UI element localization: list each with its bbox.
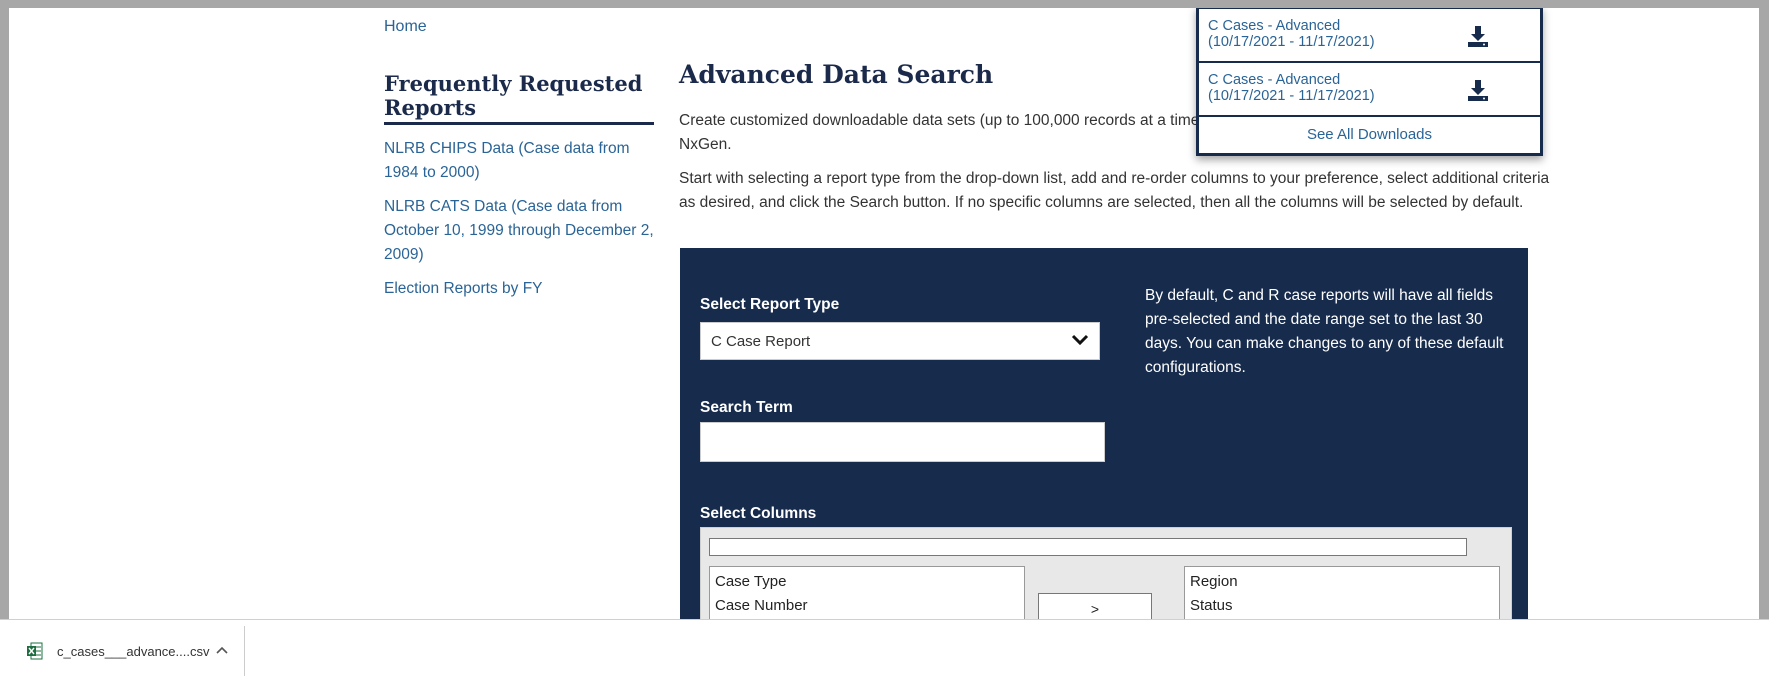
sidebar-link-election-reports[interactable]: Election Reports by FY <box>384 277 654 301</box>
list-item[interactable]: Region <box>1190 570 1494 594</box>
column-filter-input[interactable] <box>709 538 1467 556</box>
browser-download-bar: c_cases___advance....csv <box>0 619 1769 687</box>
download-item-title: C Cases - Advanced <box>1208 72 1341 88</box>
search-panel: Select Report Type C Case Report By defa… <box>680 248 1528 619</box>
sidebar-link-chips[interactable]: NLRB CHIPS Data (Case data from 1984 to … <box>384 137 654 185</box>
sidebar: Frequently Requested Reports NLRB CHIPS … <box>384 72 654 301</box>
download-item-title: C Cases - Advanced <box>1208 18 1341 34</box>
column-picker: Case Type Case Number > Region Status <box>700 527 1512 619</box>
search-term-input[interactable] <box>700 422 1105 462</box>
move-column-right-button[interactable]: > <box>1038 593 1152 619</box>
selected-columns-list[interactable]: Region Status <box>1184 566 1500 619</box>
downloaded-file-name[interactable]: c_cases___advance....csv <box>57 644 209 659</box>
default-config-help-text: By default, C and R case reports will ha… <box>1145 287 1504 376</box>
download-icon[interactable] <box>1466 78 1490 102</box>
sidebar-title: Frequently Requested Reports <box>384 72 654 125</box>
downloads-dropdown: C Cases - Advanced (10/17/2021 - 11/17/2… <box>1196 8 1543 156</box>
chevron-down-icon <box>1071 334 1089 346</box>
download-item-date-range: (10/17/2021 - 11/17/2021) <box>1208 88 1375 104</box>
search-term-label: Search Term <box>700 399 793 416</box>
download-item-link[interactable]: C Cases - Advanced (10/17/2021 - 11/17/2… <box>1208 18 1375 50</box>
available-columns-list[interactable]: Case Type Case Number <box>709 566 1025 619</box>
list-item[interactable]: Status <box>1190 594 1494 618</box>
chevron-up-icon[interactable] <box>215 643 229 657</box>
download-icon[interactable] <box>1466 24 1490 48</box>
report-type-select[interactable]: C Case Report <box>700 322 1100 360</box>
download-item-date-range: (10/17/2021 - 11/17/2021) <box>1208 34 1375 50</box>
page: Home Frequently Requested Reports NLRB C… <box>9 8 1759 619</box>
download-item-link[interactable]: C Cases - Advanced (10/17/2021 - 11/17/2… <box>1208 72 1375 104</box>
see-all-downloads-link[interactable]: See All Downloads <box>1199 126 1540 143</box>
breadcrumb-home-link[interactable]: Home <box>384 18 427 36</box>
instructions-paragraph: Start with selecting a report type from … <box>679 170 1550 211</box>
download-item[interactable]: C Cases - Advanced (10/17/2021 - 11/17/2… <box>1199 9 1540 63</box>
select-columns-label: Select Columns <box>700 505 817 522</box>
sidebar-link-cats[interactable]: NLRB CATS Data (Case data from October 1… <box>384 195 654 267</box>
report-type-value: C Case Report <box>711 333 811 350</box>
download-item[interactable]: C Cases - Advanced (10/17/2021 - 11/17/2… <box>1199 63 1540 117</box>
excel-file-icon[interactable] <box>27 642 43 660</box>
page-title: Advanced Data Search <box>679 60 994 89</box>
report-type-label: Select Report Type <box>700 296 840 313</box>
divider <box>244 626 245 676</box>
list-item[interactable]: Case Type <box>715 570 1019 594</box>
list-item[interactable]: Case Number <box>715 594 1019 618</box>
